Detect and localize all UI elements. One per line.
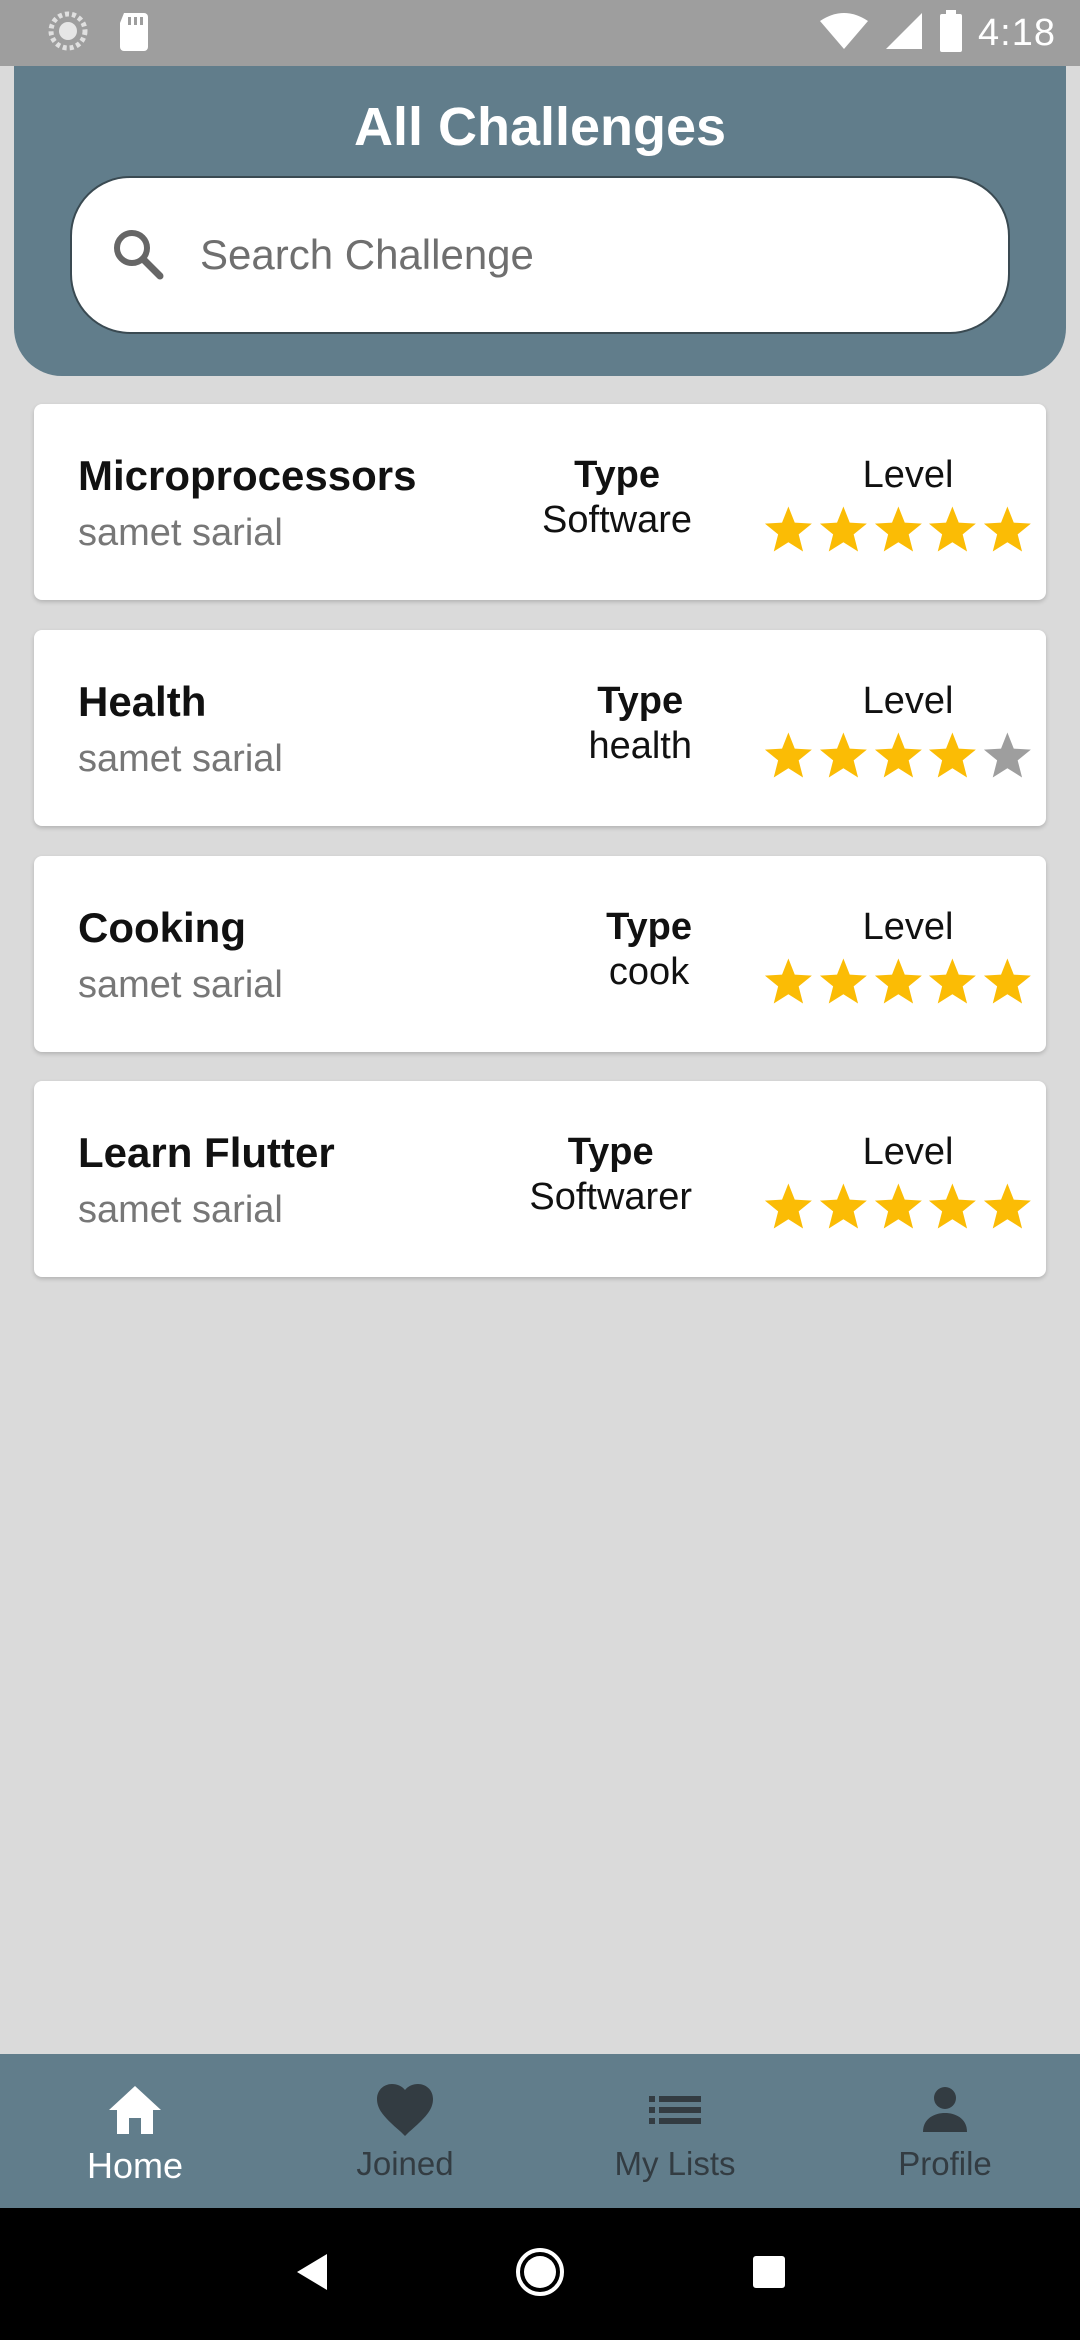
system-nav-bar [0, 2208, 1080, 2340]
challenge-type: Type cook [606, 906, 692, 994]
challenge-card-learn-flutter[interactable]: Learn Flutter samet sarial Type Software… [34, 1081, 1046, 1277]
status-bar: 4:18 [0, 0, 1080, 66]
challenge-title: Cooking [78, 904, 246, 951]
star-filled-icon [929, 732, 977, 778]
recents-icon[interactable] [749, 2252, 789, 2297]
search-box[interactable] [70, 176, 1010, 334]
type-value: Software [542, 499, 692, 541]
back-icon[interactable] [291, 2250, 331, 2299]
star-filled-icon [819, 732, 867, 778]
star-filled-icon [984, 506, 1032, 552]
challenge-level: Level [734, 680, 1034, 783]
nav-item-profile[interactable]: Profile [810, 2054, 1080, 2208]
star-filled-icon [874, 958, 922, 1004]
page-title: All Challenges [353, 97, 727, 157]
star-filled-icon [929, 1183, 977, 1229]
challenge-level: Level [734, 454, 1034, 557]
nav-label: Home [86, 2145, 184, 2186]
wifi-icon [818, 11, 870, 56]
type-label: Type [567, 1131, 654, 1173]
challenge-title: Health [78, 678, 207, 725]
challenge-level: Level [734, 1131, 1034, 1234]
battery-icon [938, 9, 964, 57]
nav-label: My Lists [614, 2145, 736, 2182]
star-rating [762, 503, 1034, 557]
loading-icon [48, 11, 88, 56]
challenge-type: Type health [588, 680, 692, 768]
challenge-card-microprocessors[interactable]: Microprocessors samet sarial Type Softwa… [34, 404, 1046, 600]
type-value: health [588, 725, 692, 767]
star-empty-icon [984, 732, 1032, 778]
star-filled-icon [819, 1183, 867, 1229]
challenge-title: Learn Flutter [78, 1129, 335, 1176]
nav-item-joined[interactable]: Joined [270, 2054, 540, 2208]
heart-icon [375, 2082, 435, 2143]
star-filled-icon [874, 506, 922, 552]
nav-label: Joined [356, 2145, 454, 2182]
nav-item-home[interactable]: Home [0, 2054, 270, 2208]
type-label: Type [574, 454, 660, 496]
level-label: Level [862, 1131, 954, 1173]
star-filled-icon [874, 732, 922, 778]
challenge-card-cooking[interactable]: Cooking samet sarial Type cook Level [34, 856, 1046, 1052]
person-icon [915, 2082, 975, 2143]
challenge-author: samet sarial [78, 512, 283, 554]
list-icon [645, 2082, 705, 2143]
header: All Challenges [14, 66, 1066, 376]
star-filled-icon [764, 1183, 812, 1229]
star-filled-icon [984, 1183, 1032, 1229]
challenge-author: samet sarial [78, 1189, 283, 1231]
home-icon [105, 2082, 165, 2143]
bottom-nav: Home Joined My Lists Profile [0, 2054, 1080, 2208]
type-value: cook [608, 951, 690, 993]
challenge-title: Microprocessors [78, 452, 417, 499]
type-value: Softwarer [529, 1176, 692, 1218]
sd-card-icon [118, 11, 150, 56]
level-label: Level [862, 454, 954, 496]
level-label: Level [862, 906, 954, 948]
level-label: Level [862, 680, 954, 722]
type-label: Type [606, 906, 692, 948]
search-icon [110, 226, 164, 285]
status-time: 4:18 [978, 11, 1056, 54]
nav-item-my-lists[interactable]: My Lists [540, 2054, 810, 2208]
star-filled-icon [929, 958, 977, 1004]
star-filled-icon [764, 732, 812, 778]
star-rating [762, 1180, 1034, 1234]
star-rating [762, 955, 1034, 1009]
challenge-level: Level [734, 906, 1034, 1009]
home-circle-icon[interactable] [513, 2245, 567, 2304]
star-rating [762, 729, 1034, 783]
star-filled-icon [819, 958, 867, 1004]
challenge-type: Type Softwarer [529, 1131, 692, 1219]
challenge-type: Type Software [542, 454, 692, 542]
star-filled-icon [874, 1183, 922, 1229]
star-filled-icon [764, 958, 812, 1004]
challenge-card-health[interactable]: Health samet sarial Type health Level [34, 630, 1046, 826]
star-filled-icon [764, 506, 812, 552]
star-filled-icon [984, 958, 1032, 1004]
star-filled-icon [819, 506, 867, 552]
star-filled-icon [929, 506, 977, 552]
nav-label: Profile [898, 2145, 992, 2182]
search-input[interactable] [200, 231, 920, 279]
challenge-author: samet sarial [78, 738, 283, 780]
type-label: Type [597, 680, 684, 722]
challenge-author: samet sarial [78, 964, 283, 1006]
signal-icon [884, 11, 924, 56]
